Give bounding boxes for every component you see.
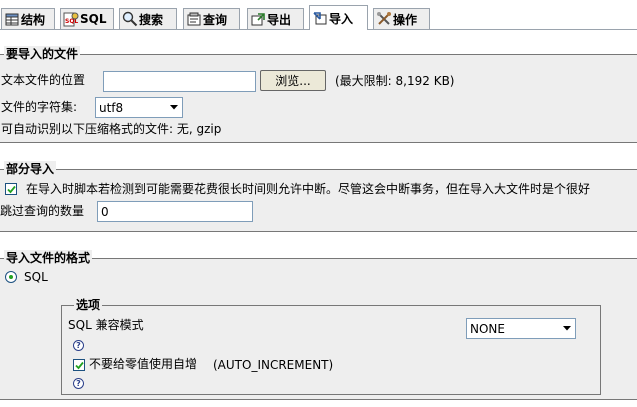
charset-label: 文件的字符集: [1,100,78,114]
help-icon[interactable]: ? [73,340,84,351]
sql-compat-label: SQL 兼容模式 [68,318,144,332]
sql-compat-select[interactable]: NONE [466,318,576,339]
auto-increment-label: 不要给零值使用自增 [89,357,198,371]
sql-options-fieldset: 选项 SQL 兼容模式 NONE ? 不要给零值使用自增 (AUTO_INCRE… [61,297,601,395]
file-path-input[interactable] [103,71,256,92]
radio-dot [9,275,13,279]
tab-sql-label: SQL [80,12,107,26]
charset-select[interactable]: utf8 [95,97,183,118]
browse-button[interactable]: 浏览... [260,70,326,91]
tab-import[interactable]: 导入 [309,5,368,30]
skip-queries-label: 跳过查询的数量 [0,204,85,218]
charset-value: utf8 [99,100,124,115]
help-icon[interactable]: ? [73,378,84,389]
auto-increment-suffix: (AUTO_INCREMENT) [213,358,334,372]
tab-search-label: 搜索 [139,12,164,27]
max-size-label: (最大限制: 8,192 KB) [335,74,455,88]
checkmark-icon [74,361,84,369]
browse-button-label: 浏览... [275,74,311,88]
sql-icon: SQL [63,12,79,27]
operations-icon [377,12,391,25]
tab-operations[interactable]: 操作 [373,8,430,29]
file-location-label: 文本文件的位置 [1,73,86,87]
import-icon [313,12,327,25]
tab-sql[interactable]: SQL SQL [60,8,114,29]
tab-query-label: 查询 [203,12,228,27]
export-icon [251,13,265,26]
partial-import-legend: 部分导入 [4,161,57,177]
chevron-down-icon [559,319,575,338]
sql-options-legend: 选项 [74,297,103,313]
allow-interrupt-label: 在导入时脚本若检测到可能需要花费很长时间则允许中断。尽管这会中断事务，但在导入大… [26,182,591,196]
auto-increment-checkbox[interactable] [73,359,85,371]
partial-import-fieldset: 部分导入 在导入时脚本若检测到可能需要花费很长时间则允许中断。尽管这会中断事务，… [0,161,637,232]
skip-queries-input[interactable] [97,201,253,222]
structure-icon [5,13,19,26]
format-sql-label: SQL [24,270,48,284]
compression-note: 可自动识别以下压缩格式的文件: 无, gzip [1,122,222,136]
tab-bar: 结构 SQL SQL 搜索 查询 导出 导入 操作 [0,0,637,30]
format-fieldset: 导入文件的格式 SQL 选项 SQL 兼容模式 NONE ? 不要给零值使用自增… [0,250,637,400]
tab-structure-label: 结构 [21,12,46,27]
file-fieldset: 要导入的文件 文本文件的位置 浏览... (最大限制: 8,192 KB) 文件… [0,46,637,143]
format-sql-radio[interactable] [5,271,17,283]
tab-export-label: 导出 [267,12,292,27]
sql-compat-value: NONE [470,321,505,336]
tab-import-label: 导入 [329,11,354,26]
file-legend: 要导入的文件 [4,46,81,62]
tab-search[interactable]: 搜索 [119,8,177,29]
allow-interrupt-checkbox[interactable] [5,183,17,195]
search-icon [122,11,138,27]
format-legend: 导入文件的格式 [4,250,93,266]
query-icon [187,12,201,26]
tab-operations-label: 操作 [393,12,418,27]
chevron-down-icon [166,98,182,117]
tab-export[interactable]: 导出 [247,8,304,29]
tab-query[interactable]: 查询 [183,8,240,29]
tab-structure[interactable]: 结构 [1,8,55,29]
checkmark-icon [6,185,16,193]
